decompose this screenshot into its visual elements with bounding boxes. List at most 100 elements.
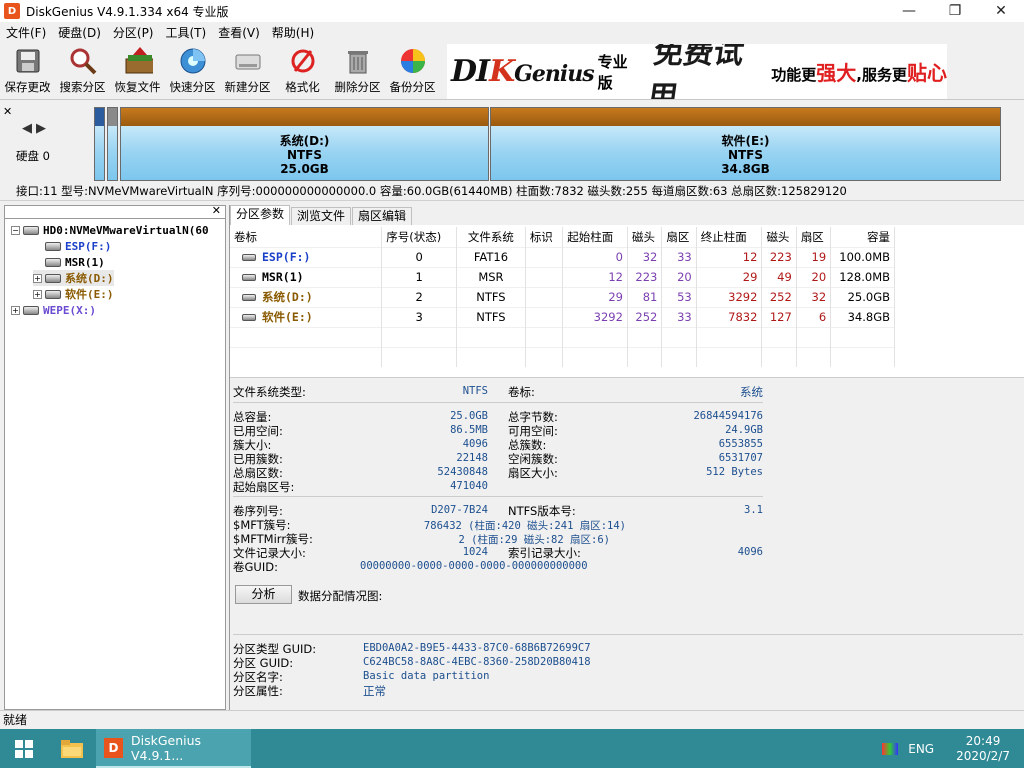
system-tray: ENG 20:49 2020/2/7 [882, 729, 1024, 768]
partition-block-system[interactable]: 系统(D:) NTFS 25.0GB [120, 107, 489, 181]
menu-bar: 文件(F) 硬盘(D) 分区(P) 工具(T) 查看(V) 帮助(H) [0, 22, 1024, 42]
capacity-cell: 100.0MB [830, 246, 895, 267]
table-row[interactable]: 系统(D:) 2 NTFS 29 81 53 3292 252 32 25.0G… [230, 286, 895, 307]
search-partition-button[interactable]: 搜索分区 [55, 43, 110, 99]
partition-name-value: Basic data partition [363, 670, 490, 682]
folder-icon [61, 739, 83, 758]
usb-disk-icon [23, 305, 39, 315]
disk-label: 硬盘 0 [16, 149, 50, 163]
tree-disk-node[interactable]: − HD0:NVMeVMwareVirtualN(60 [11, 222, 209, 238]
prev-disk-icon[interactable]: ◀ [22, 121, 36, 136]
minimize-button[interactable]: — [886, 0, 932, 22]
tab-partition-params[interactable]: 分区参数 [230, 205, 291, 225]
volume-guid-value: 00000000-0000-0000-0000-000000000000 [360, 560, 588, 572]
clock[interactable]: 20:49 2020/2/7 [956, 734, 1010, 764]
maximize-button[interactable]: ❐ [932, 0, 978, 22]
col-capacity[interactable]: 容量 [830, 227, 895, 247]
close-icon[interactable]: ✕ [212, 204, 221, 217]
end-sector-cell: 19 [796, 246, 832, 267]
volume-cell: 系统(D:) [234, 289, 377, 305]
language-indicator[interactable]: ENG [908, 742, 934, 756]
fs-cell: NTFS [456, 306, 526, 327]
disk-nav-arrows[interactable]: ◀▶ [22, 121, 50, 136]
delete-partition-button[interactable]: 删除分区 [330, 43, 385, 99]
recover-icon [123, 46, 153, 76]
col-end-sector[interactable]: 扇区 [796, 227, 832, 247]
file-explorer-button[interactable] [48, 729, 96, 768]
tool-label: 快速分区 [169, 80, 216, 94]
promo-banner[interactable]: DIKGenius 专业版 免费试用 功能更强大,服务更贴心 [447, 44, 947, 99]
total-bytes-value: 26844594176 [693, 410, 763, 422]
tree-item-msr[interactable]: MSR(1) [45, 254, 105, 270]
col-index[interactable]: 序号(状态) [381, 227, 458, 247]
collapse-icon[interactable]: − [11, 225, 20, 235]
close-icon[interactable]: ✕ [3, 105, 12, 118]
tree-item-wepe[interactable]: + WEPE(X:) [11, 302, 96, 318]
col-start-head[interactable]: 磁头 [627, 227, 663, 247]
menu-tools[interactable]: 工具(T) [160, 24, 213, 41]
clock-time: 20:49 [965, 733, 1001, 748]
partition-icon [242, 253, 256, 261]
col-start-sector[interactable]: 扇区 [661, 227, 697, 247]
analyze-button[interactable]: 分析 [235, 585, 292, 604]
expand-icon[interactable]: + [11, 305, 20, 315]
tree-item-esp[interactable]: ESP(F:) [45, 238, 111, 254]
table-row[interactable]: ESP(F:) 0 FAT16 0 32 33 12 223 19 100.0M… [230, 246, 895, 267]
col-fs[interactable]: 文件系统 [456, 227, 526, 247]
col-end-head[interactable]: 磁头 [761, 227, 797, 247]
next-disk-icon[interactable]: ▶ [36, 121, 50, 136]
format-button[interactable]: 格式化 [275, 43, 330, 99]
start-button[interactable] [0, 729, 48, 768]
end-cyl-cell: 29 [696, 266, 763, 287]
app-icon: D [4, 3, 20, 19]
end-head-cell: 223 [761, 246, 797, 267]
expand-icon[interactable]: + [33, 273, 42, 283]
volume-label-label: 卷标: [508, 385, 535, 399]
tree-item-software[interactable]: + 软件(E:) [33, 286, 114, 302]
col-end-cyl[interactable]: 终止柱面 [696, 227, 763, 247]
taskbar-app-diskgenius[interactable]: D DiskGenius V4.9.1... [96, 729, 251, 768]
partition-block-msr[interactable] [107, 107, 118, 181]
partition-type-guid-value: EBD0A0A2-B9E5-4433-87C0-68B6B72699C7 [363, 642, 591, 654]
menu-disk[interactable]: 硬盘(D) [52, 24, 107, 41]
mft-cluster-value: 786432 (柱面:420 磁头:241 扇区:14) [423, 520, 626, 532]
flag-cell [525, 306, 564, 327]
start-cyl-cell: 3292 [562, 306, 628, 327]
tab-sector-edit[interactable]: 扇区编辑 [352, 207, 413, 225]
volume-serial-value: D207-7B24 [431, 504, 488, 516]
col-flag[interactable]: 标识 [525, 227, 564, 247]
col-start-cyl[interactable]: 起始柱面 [562, 227, 628, 247]
backup-partition-button[interactable]: 备份分区 [385, 43, 440, 99]
save-changes-button[interactable]: 保存更改 [0, 43, 55, 99]
menu-partition[interactable]: 分区(P) [107, 24, 160, 41]
search-icon [68, 46, 98, 76]
tree-item-system[interactable]: + 系统(D:) [33, 270, 114, 286]
cluster-size-value: 4096 [462, 438, 488, 450]
partition-block-esp[interactable] [94, 107, 105, 181]
new-partition-button[interactable]: 新建分区 [220, 43, 275, 99]
input-method-icon[interactable] [882, 742, 899, 755]
partition-block-software[interactable]: 软件(E:) NTFS 34.8GB [490, 107, 1001, 181]
banner-tagline: 功能更强大,服务更贴心 [771, 61, 947, 85]
total-clusters-value: 6553855 [718, 438, 763, 450]
col-volume[interactable]: 卷标 [230, 227, 383, 247]
partition-size: 34.8GB [721, 162, 770, 176]
expand-icon[interactable]: + [33, 289, 42, 299]
format-icon [288, 46, 318, 76]
diskgenius-icon: D [104, 737, 123, 758]
recover-files-button[interactable]: 恢复文件 [110, 43, 165, 99]
table-row[interactable]: MSR(1) 1 MSR 12 223 20 29 49 20 128.0MB [230, 266, 895, 287]
save-icon [13, 46, 43, 76]
flag-cell [525, 266, 564, 287]
quick-partition-button[interactable]: 快速分区 [165, 43, 220, 99]
menu-view[interactable]: 查看(V) [212, 24, 266, 41]
close-button[interactable]: ✕ [978, 0, 1024, 22]
menu-help[interactable]: 帮助(H) [266, 24, 320, 41]
capacity-cell: 34.8GB [830, 306, 895, 327]
tab-browse-files[interactable]: 浏览文件 [291, 207, 352, 225]
menu-file[interactable]: 文件(F) [0, 24, 52, 41]
start-sector-cell: 20 [661, 266, 697, 287]
end-sector-cell: 6 [796, 306, 832, 327]
table-row[interactable]: 软件(E:) 3 NTFS 3292 252 33 7832 127 6 34.… [230, 306, 895, 327]
disk-map: ✕ ◀▶ 硬盘 0 系统(D:) NTFS 25.0GB 软件(E:) NTFS 34.… [0, 103, 1024, 183]
